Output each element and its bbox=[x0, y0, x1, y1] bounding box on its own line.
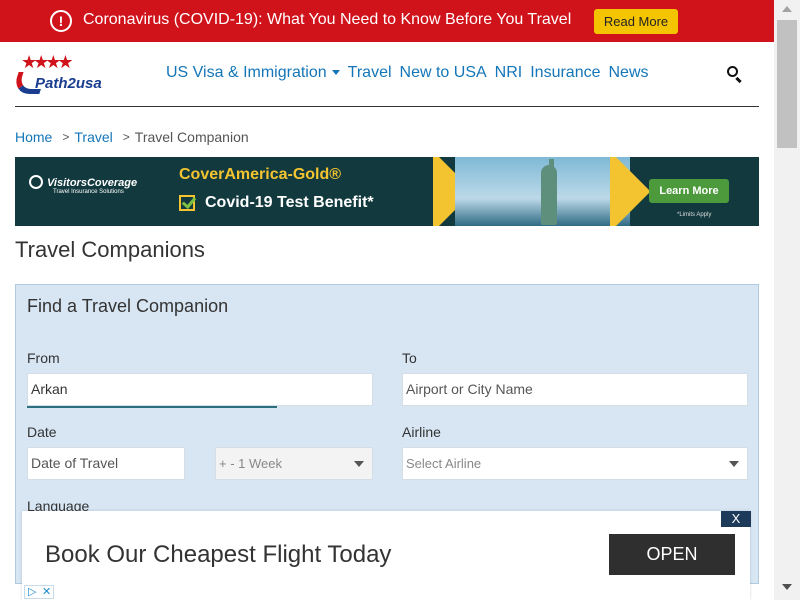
learn-more-button[interactable]: Learn More bbox=[649, 179, 729, 203]
main-nav: US Visa & Immigration Travel New to USA … bbox=[166, 64, 649, 82]
brand-mark-icon bbox=[29, 175, 43, 189]
ad-banner[interactable]: VisitorsCoverage Travel Insurance Soluti… bbox=[15, 157, 759, 226]
ad-product: CoverAmerica-Gold® bbox=[179, 166, 342, 183]
ad-close-button[interactable]: X bbox=[721, 511, 751, 527]
date-range-value: + - 1 Week bbox=[219, 456, 282, 471]
date-range-select[interactable]: + - 1 Week bbox=[215, 447, 373, 480]
caret-down-icon bbox=[331, 70, 340, 76]
checkbox-checked-icon bbox=[179, 195, 195, 211]
read-more-button[interactable]: Read More bbox=[594, 9, 678, 34]
form-title: Find a Travel Companion bbox=[27, 296, 229, 316]
breadcrumb-separator: > bbox=[62, 130, 70, 144]
site-logo[interactable]: ★★★★ Path2usa bbox=[11, 52, 140, 98]
ad-brand-name: VisitorsCoverage bbox=[47, 177, 138, 189]
breadcrumb: Home > Travel > Travel Companion bbox=[15, 129, 249, 145]
breadcrumb-current: Travel Companion bbox=[134, 129, 249, 145]
stars-icon: ★★★★ bbox=[21, 52, 74, 72]
ad-info-icon: ▷ bbox=[28, 586, 37, 598]
ad-brand: VisitorsCoverage Travel Insurance Soluti… bbox=[29, 175, 138, 195]
adchoices-icon[interactable]: ▷ ✕ bbox=[24, 585, 54, 599]
bottom-ad[interactable]: Book Our Cheapest Flight Today OPEN bbox=[22, 511, 750, 600]
logo-text: Path2usa bbox=[35, 75, 102, 92]
breadcrumb-travel[interactable]: Travel bbox=[74, 129, 112, 145]
scrollbar-thumb[interactable] bbox=[777, 20, 797, 148]
nav-item-visa-label: US Visa & Immigration bbox=[166, 64, 327, 81]
site-header: ★★★★ Path2usa US Visa & Immigration Trav… bbox=[11, 42, 759, 107]
ad-dismiss-icon: ✕ bbox=[42, 586, 52, 598]
nav-item-new-to-usa[interactable]: New to USA bbox=[400, 64, 487, 82]
scroll-up-arrow-icon[interactable] bbox=[782, 6, 792, 12]
covid-banner-message[interactable]: Coronavirus (COVID-19): What You Need to… bbox=[83, 11, 571, 29]
from-input-focus-underline bbox=[27, 406, 277, 408]
nav-item-news[interactable]: News bbox=[608, 64, 648, 82]
bottom-ad-headline[interactable]: Book Our Cheapest Flight Today bbox=[45, 541, 391, 569]
to-label: To bbox=[402, 350, 417, 366]
scroll-down-arrow-icon[interactable] bbox=[782, 584, 792, 590]
search-icon[interactable] bbox=[725, 64, 745, 84]
page-title: Travel Companions bbox=[15, 237, 205, 262]
airline-select-value: Select Airline bbox=[406, 456, 482, 471]
alert-circle-icon: ! bbox=[50, 10, 72, 32]
from-label: From bbox=[27, 350, 60, 366]
chevron-down-icon bbox=[354, 461, 364, 467]
statue-of-liberty-image bbox=[455, 157, 630, 226]
open-button[interactable]: OPEN bbox=[609, 534, 735, 575]
covid-banner: ! Coronavirus (COVID-19): What You Need … bbox=[0, 0, 774, 42]
breadcrumb-separator: > bbox=[122, 130, 130, 144]
ad-limits-note: *Limits Apply bbox=[677, 212, 712, 218]
ad-benefit: Covid-19 Test Benefit* bbox=[205, 194, 374, 211]
search-icon-handle bbox=[735, 76, 742, 84]
nav-item-nri[interactable]: NRI bbox=[495, 64, 523, 82]
from-input[interactable]: Arkan bbox=[27, 373, 373, 406]
nav-item-insurance[interactable]: Insurance bbox=[530, 64, 600, 82]
nav-item-travel[interactable]: Travel bbox=[348, 64, 392, 82]
airline-select[interactable]: Select Airline bbox=[402, 447, 748, 480]
date-input[interactable]: Date of Travel bbox=[27, 447, 185, 480]
statue-figure bbox=[541, 165, 557, 225]
page: ! Coronavirus (COVID-19): What You Need … bbox=[0, 0, 800, 600]
to-input[interactable]: Airport or City Name bbox=[402, 373, 748, 406]
vertical-scrollbar[interactable] bbox=[774, 0, 800, 600]
search-icon-lens bbox=[727, 66, 738, 77]
date-label: Date bbox=[27, 424, 57, 440]
chevron-down-icon bbox=[729, 461, 739, 467]
nav-item-visa[interactable]: US Visa & Immigration bbox=[166, 64, 340, 82]
ad-brand-sub: Travel Insurance Solutions bbox=[53, 189, 124, 195]
airline-label: Airline bbox=[402, 424, 441, 440]
breadcrumb-home[interactable]: Home bbox=[15, 129, 52, 145]
